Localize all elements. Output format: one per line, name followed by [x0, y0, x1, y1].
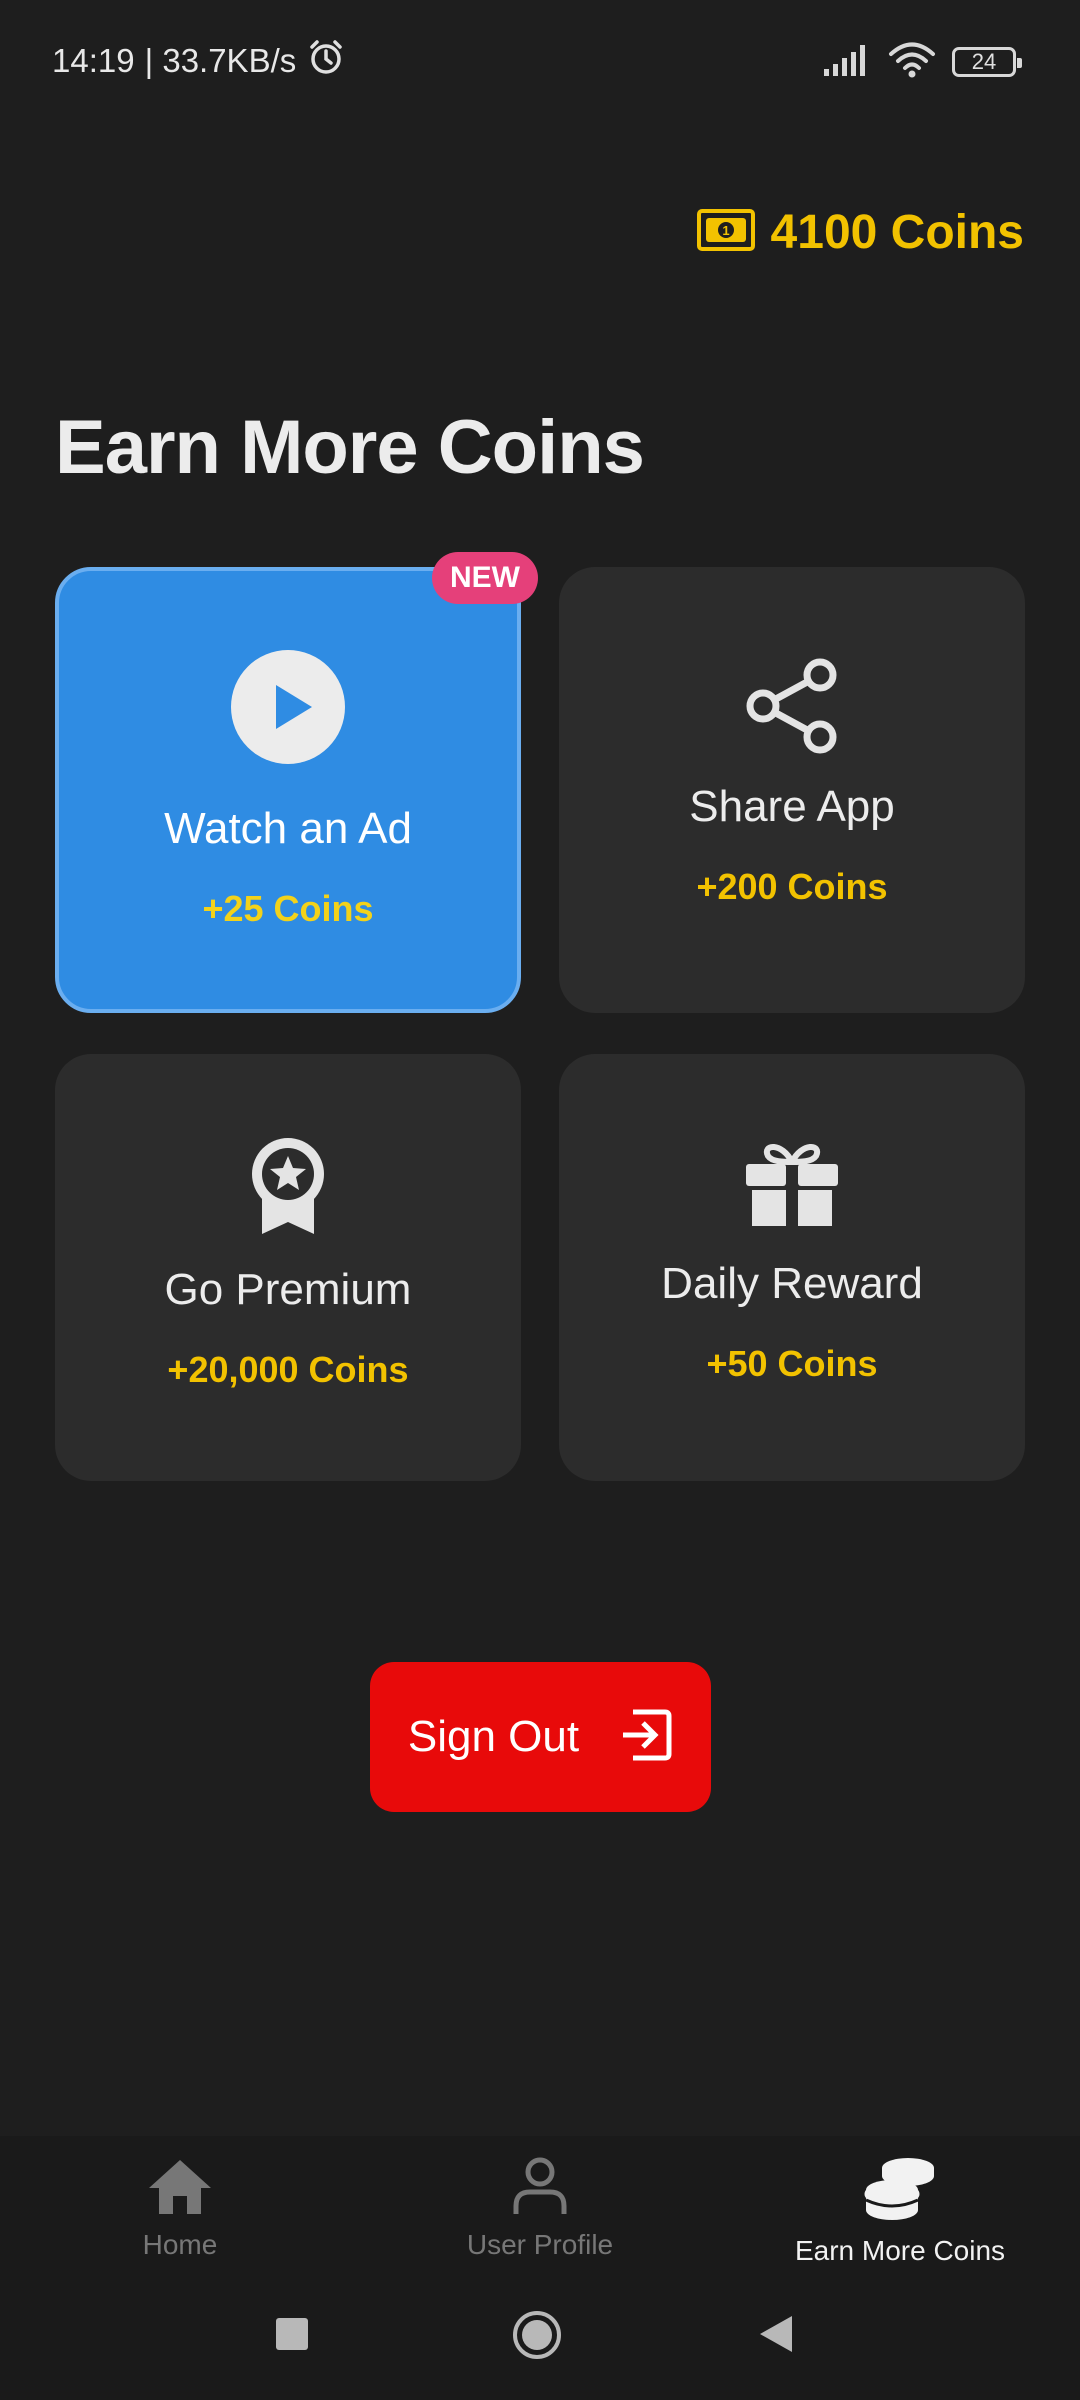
- award-badge-icon: [250, 1136, 326, 1241]
- coins-stack-icon: [864, 2156, 936, 2227]
- play-circle-icon: [230, 649, 346, 770]
- logout-icon: [619, 1708, 673, 1767]
- back-system-button[interactable]: [758, 2314, 794, 2359]
- svg-text:1: 1: [722, 223, 729, 238]
- sign-out-button[interactable]: Sign Out: [370, 1662, 711, 1812]
- nav-label: Home: [142, 2229, 218, 2260]
- nav-item-home[interactable]: Home: [30, 2156, 330, 2261]
- new-badge: NEW: [432, 552, 538, 604]
- coin-balance: 1 4100 Coins: [696, 200, 1024, 264]
- card-reward: +20,000 Coins: [167, 1349, 409, 1390]
- signal-icon: [822, 43, 872, 82]
- battery-level: 24: [971, 49, 997, 74]
- status-bar: 14:19 | 33.7KB/s 24: [0, 0, 1080, 120]
- daily-reward-card[interactable]: Daily Reward +50 Coins: [559, 1054, 1025, 1481]
- wifi-icon: [888, 41, 936, 84]
- status-left: 14:19 | 33.7KB/s: [52, 38, 346, 84]
- nav-item-user-profile[interactable]: User Profile: [390, 2156, 690, 2261]
- battery-icon: 24: [952, 47, 1022, 77]
- status-right: 24: [822, 40, 1022, 84]
- gift-icon: [744, 1140, 840, 1233]
- card-reward: +200 Coins: [696, 866, 888, 907]
- nav-label: User Profile: [466, 2229, 614, 2260]
- coin-balance-text: 4100 Coins: [770, 205, 1024, 259]
- alarm-icon: [306, 37, 346, 85]
- card-label: Daily Reward: [661, 1259, 923, 1308]
- card-reward: +50 Coins: [706, 1343, 878, 1384]
- card-label: Go Premium: [164, 1265, 412, 1314]
- status-time: 14:19: [52, 42, 135, 79]
- watch-ad-card[interactable]: Watch an Ad +25 Coins: [55, 567, 521, 1013]
- sign-out-label: Sign Out: [407, 1712, 580, 1761]
- system-nav-bar: [0, 2300, 1080, 2370]
- page-title: Earn More Coins: [55, 405, 645, 490]
- nav-item-earn-more-coins[interactable]: Earn More Coins: [750, 2156, 1050, 2267]
- cash-icon: 1: [696, 208, 755, 256]
- share-icon: [743, 657, 841, 760]
- recent-apps-button[interactable]: [275, 2317, 309, 2356]
- nav-label: Earn More Coins: [794, 2235, 1006, 2266]
- go-premium-card[interactable]: Go Premium +20,000 Coins: [55, 1054, 521, 1481]
- share-app-card[interactable]: Share App +200 Coins: [559, 567, 1025, 1013]
- app-screen: 14:19 | 33.7KB/s 24 1 4100 Coins Earn Mo…: [0, 0, 1080, 2400]
- user-icon: [512, 2156, 568, 2221]
- home-icon: [147, 2156, 213, 2221]
- status-network-speed: | 33.7KB/s: [144, 42, 297, 79]
- card-label: Watch an Ad: [164, 804, 412, 853]
- home-system-button[interactable]: [512, 2310, 562, 2365]
- card-label: Share App: [689, 782, 895, 831]
- card-reward: +25 Coins: [202, 888, 374, 929]
